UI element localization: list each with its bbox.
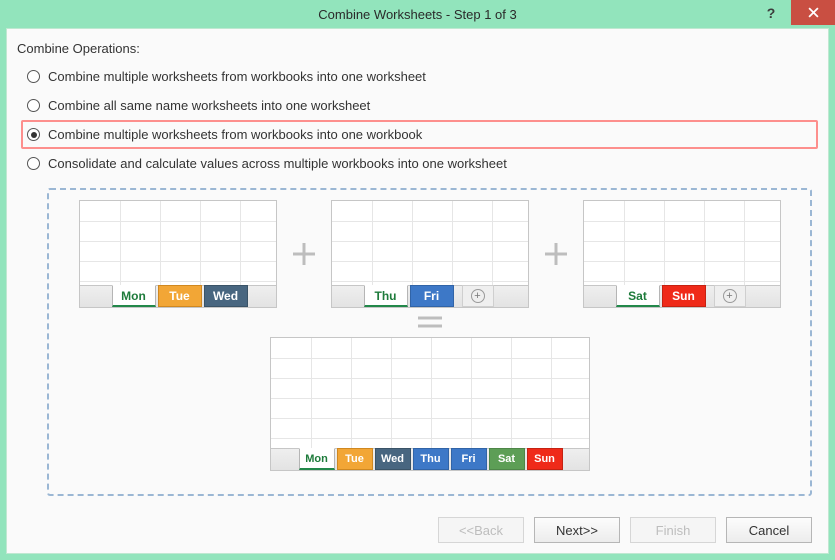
window-title: Combine Worksheets - Step 1 of 3 <box>0 7 835 22</box>
option-2[interactable]: Combine multiple worksheets from workboo… <box>21 120 818 149</box>
option-label: Combine multiple worksheets from workboo… <box>48 127 422 142</box>
workbook-1-tabs: MonTueWed <box>80 285 276 307</box>
workbook-3-tabs: SatSun + <box>584 285 780 307</box>
workbook-preview-3: SatSun + <box>583 200 781 308</box>
option-0[interactable]: Combine multiple worksheets from workboo… <box>21 62 818 91</box>
workbook-preview-result: MonTueWedThuFriSatSun <box>270 337 590 471</box>
cancel-button[interactable]: Cancel <box>726 517 812 543</box>
plus-icon <box>541 239 571 269</box>
sheet-tab-sat: Sat <box>489 448 525 470</box>
sheet-tab-fri: Fri <box>410 285 454 307</box>
titlebar: Combine Worksheets - Step 1 of 3 ? <box>0 0 835 28</box>
back-button: <<Back <box>438 517 524 543</box>
sheet-tab-wed: Wed <box>204 285 248 307</box>
sheet-tab-wed: Wed <box>375 448 411 470</box>
workbook-2-tabs: ThuFri + <box>332 285 528 307</box>
help-button[interactable]: ? <box>751 0 791 25</box>
grid-area <box>80 201 276 285</box>
radio[interactable] <box>27 157 40 170</box>
sheet-tab-sun: Sun <box>527 448 563 470</box>
sheet-tab-thu: Thu <box>413 448 449 470</box>
sheet-tab-tue: Tue <box>158 285 202 307</box>
option-3[interactable]: Consolidate and calculate values across … <box>21 149 818 178</box>
workbook-preview-1: MonTueWed <box>79 200 277 308</box>
plus-icon <box>289 239 319 269</box>
finish-button: Finish <box>630 517 716 543</box>
option-1[interactable]: Combine all same name worksheets into on… <box>21 91 818 120</box>
next-button[interactable]: Next>> <box>534 517 620 543</box>
dialog-body: Combine Operations: Combine multiple wor… <box>6 28 829 554</box>
close-icon <box>808 7 819 18</box>
new-sheet-icon: + <box>462 285 494 307</box>
radio[interactable] <box>27 99 40 112</box>
sheet-tab-fri: Fri <box>451 448 487 470</box>
sheet-tab-sun: Sun <box>662 285 706 307</box>
result-tabs: MonTueWedThuFriSatSun <box>271 448 589 470</box>
sheet-tab-thu: Thu <box>364 285 408 307</box>
footer-buttons: <<Back Next>> Finish Cancel <box>438 517 812 543</box>
new-sheet-icon: + <box>714 285 746 307</box>
workbook-preview-2: ThuFri + <box>331 200 529 308</box>
grid-area <box>271 338 589 448</box>
sheet-tab-sat: Sat <box>616 285 660 307</box>
sheet-tab-tue: Tue <box>337 448 373 470</box>
radio[interactable] <box>27 70 40 83</box>
equals-icon <box>415 311 445 333</box>
option-label: Combine all same name worksheets into on… <box>48 98 370 113</box>
preview-panel: MonTueWed ThuFri+ SatSun+ MonTueWedThuF <box>47 188 812 496</box>
sheet-tab-mon: Mon <box>112 285 156 307</box>
options-group: Combine multiple worksheets from workboo… <box>21 62 818 178</box>
sheet-tab-mon: Mon <box>299 448 335 470</box>
radio[interactable] <box>27 128 40 141</box>
grid-area <box>584 201 780 285</box>
option-label: Combine multiple worksheets from workboo… <box>48 69 426 84</box>
grid-area <box>332 201 528 285</box>
option-label: Consolidate and calculate values across … <box>48 156 507 171</box>
close-button[interactable] <box>791 0 835 25</box>
group-label: Combine Operations: <box>17 41 818 56</box>
